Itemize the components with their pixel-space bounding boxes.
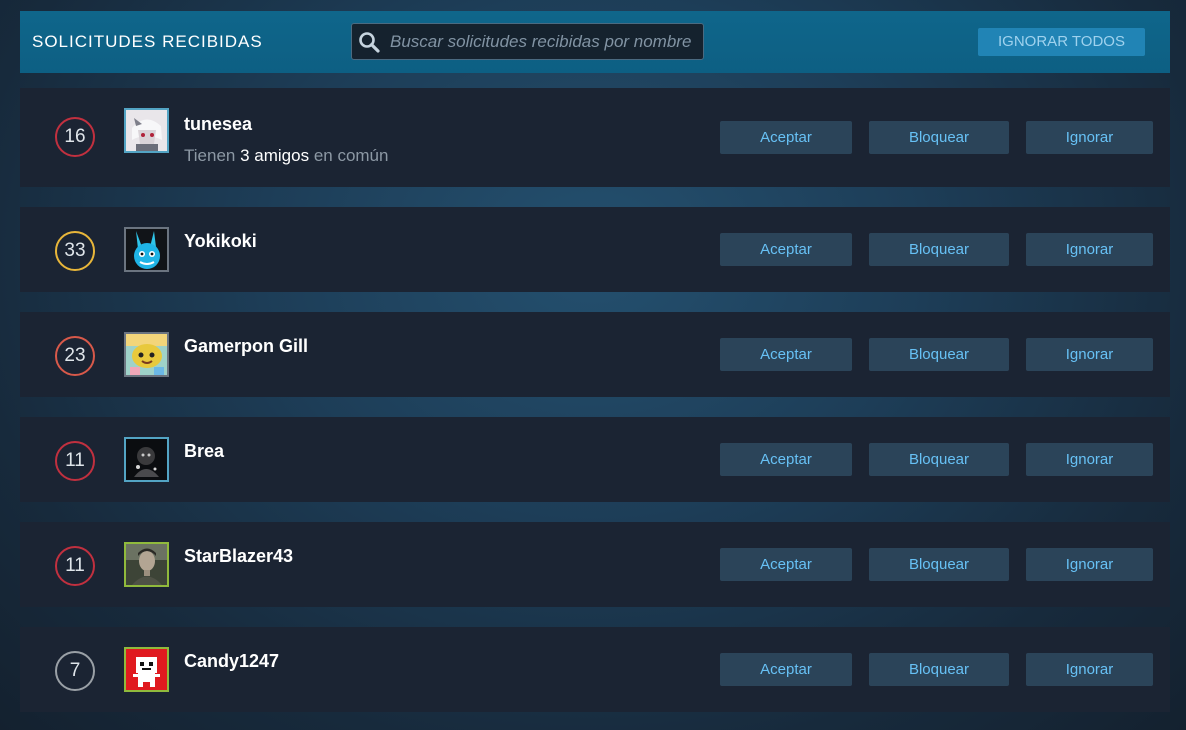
- accept-button[interactable]: Aceptar: [720, 653, 852, 686]
- ignore-button[interactable]: Ignorar: [1026, 548, 1153, 581]
- ignore-button[interactable]: Ignorar: [1026, 443, 1153, 476]
- requests-header: SOLICITUDES RECIBIDAS IGNORAR TODOS: [20, 11, 1170, 73]
- friend-request-row: 33 Yokikoki Aceptar Bloquear Ignorar: [20, 207, 1170, 292]
- mutual-friends-link[interactable]: 3 amigos: [240, 146, 309, 165]
- blue-rabbit-avatar-icon[interactable]: [124, 227, 169, 272]
- friend-request-row: 16 tunesea Tienen 3 amigos en común Acep…: [20, 88, 1170, 187]
- block-button[interactable]: Bloquear: [869, 233, 1009, 266]
- level-badge: 23: [55, 336, 95, 376]
- ignore-button[interactable]: Ignorar: [1026, 121, 1153, 154]
- ignore-all-button[interactable]: IGNORAR TODOS: [978, 28, 1145, 56]
- requester-name[interactable]: Candy1247: [184, 651, 279, 672]
- level-badge: 11: [55, 546, 95, 586]
- requester-name[interactable]: tunesea: [184, 114, 252, 135]
- requester-name[interactable]: Yokikoki: [184, 231, 257, 252]
- search-icon: [359, 32, 380, 53]
- red-robot-avatar-icon[interactable]: [124, 647, 169, 692]
- search-box[interactable]: [351, 23, 704, 60]
- mutual-prefix: Tienen: [184, 146, 236, 165]
- page-title: SOLICITUDES RECIBIDAS: [32, 32, 263, 51]
- soldier-portrait-avatar-icon[interactable]: [124, 542, 169, 587]
- accept-button[interactable]: Aceptar: [720, 338, 852, 371]
- block-button[interactable]: Bloquear: [869, 653, 1009, 686]
- accept-button[interactable]: Aceptar: [720, 121, 852, 154]
- white-haired-anime-avatar-icon[interactable]: [124, 108, 169, 153]
- accept-button[interactable]: Aceptar: [720, 233, 852, 266]
- ignore-button[interactable]: Ignorar: [1026, 233, 1153, 266]
- mutual-suffix: en común: [313, 146, 389, 165]
- block-button[interactable]: Bloquear: [869, 338, 1009, 371]
- dark-character-avatar-icon[interactable]: [124, 437, 169, 482]
- friend-request-row: 11 StarBlazer43 Aceptar Bloquear Ignorar: [20, 522, 1170, 607]
- level-badge: 7: [55, 651, 95, 691]
- yellow-creature-avatar-icon[interactable]: [124, 332, 169, 377]
- block-button[interactable]: Bloquear: [869, 121, 1009, 154]
- block-button[interactable]: Bloquear: [869, 443, 1009, 476]
- friend-request-row: 23 Gamerpon Gill Aceptar Bloquear Ignora…: [20, 312, 1170, 397]
- level-badge: 11: [55, 441, 95, 481]
- accept-button[interactable]: Aceptar: [720, 443, 852, 476]
- level-badge: 33: [55, 231, 95, 271]
- mutual-friends-text: Tienen 3 amigos en común: [184, 146, 388, 166]
- ignore-button[interactable]: Ignorar: [1026, 338, 1153, 371]
- level-badge: 16: [55, 117, 95, 157]
- friend-request-row: 11 Brea Aceptar Bloquear Ignorar: [20, 417, 1170, 502]
- search-input[interactable]: [390, 24, 702, 59]
- requester-name[interactable]: Gamerpon Gill: [184, 336, 308, 357]
- block-button[interactable]: Bloquear: [869, 548, 1009, 581]
- friend-request-row: 7 Candy1247 Aceptar Bloquear Ignorar: [20, 627, 1170, 712]
- requester-name[interactable]: Brea: [184, 441, 224, 462]
- accept-button[interactable]: Aceptar: [720, 548, 852, 581]
- requester-name[interactable]: StarBlazer43: [184, 546, 293, 567]
- ignore-button[interactable]: Ignorar: [1026, 653, 1153, 686]
